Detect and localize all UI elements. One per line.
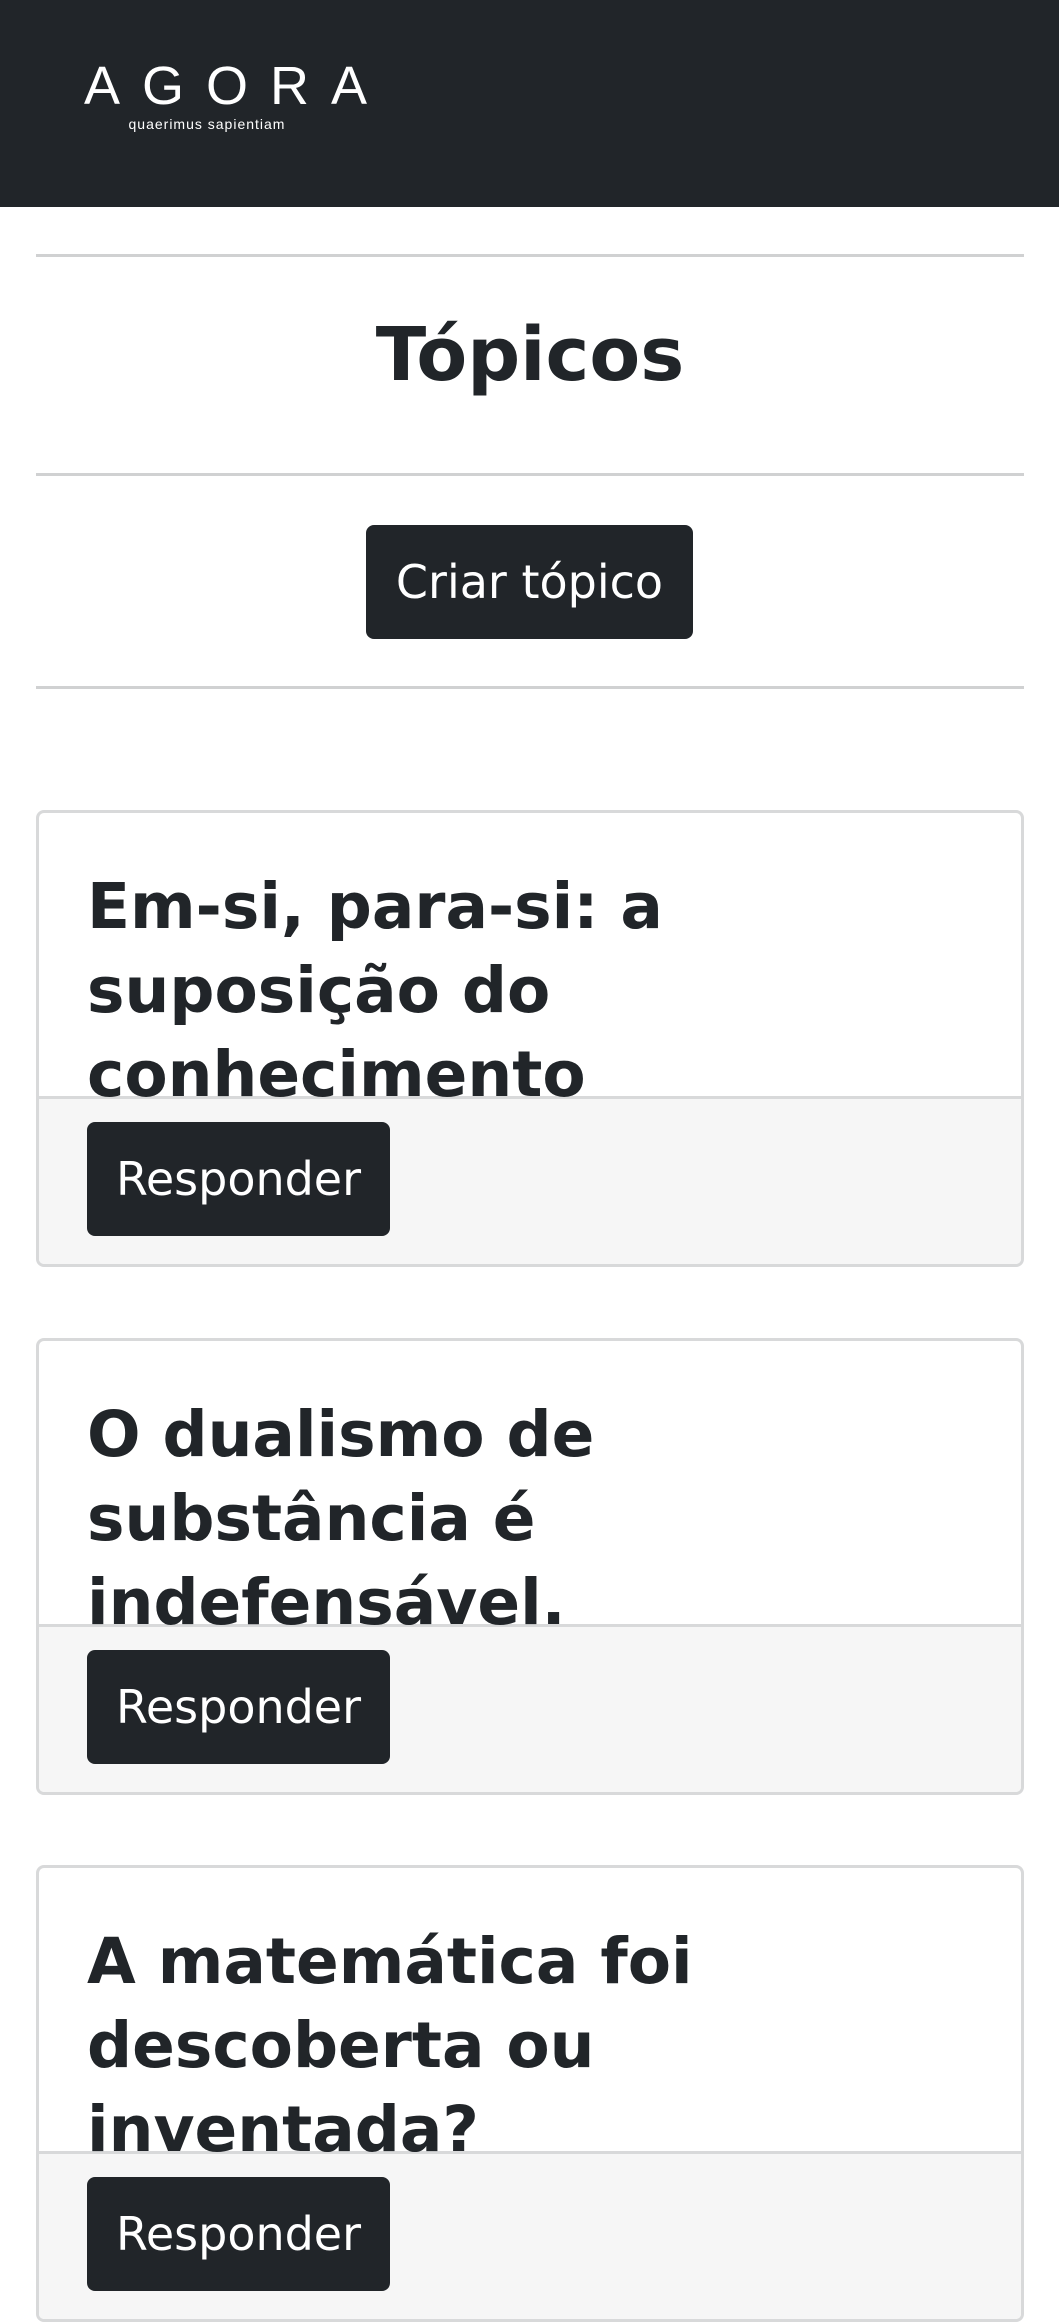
topic-title[interactable]: A matemática foi descoberta ou inventada… [87,1920,973,2172]
topic-title[interactable]: Em-si, para-si: a suposição do conhecime… [87,865,973,1117]
topic-card-body: Em-si, para-si: a suposição do conhecime… [39,813,1021,1111]
reply-button[interactable]: Responder [87,2177,390,2291]
topic-card-footer: Responder [39,1099,1021,1264]
topic-card-footer: Responder [39,2154,1021,2319]
topic-card: Em-si, para-si: a suposição do conhecime… [36,810,1024,1267]
divider-actions [36,686,1024,689]
topic-card: O dualismo de substância é indefensável.… [36,1338,1024,1795]
brand-logo[interactable]: AGORA quaerimus sapientiam [62,56,390,132]
page-title: Tópicos [375,312,685,398]
topic-card-footer: Responder [39,1627,1021,1792]
brand-name: AGORA [84,56,390,116]
divider-title [36,473,1024,476]
reply-button[interactable]: Responder [87,1650,390,1764]
topic-card-body: A matemática foi descoberta ou inventada… [39,1868,1021,2166]
reply-button[interactable]: Responder [87,1122,390,1236]
create-topic-button[interactable]: Criar tópico [366,525,693,639]
topic-title[interactable]: O dualismo de substância é indefensável. [87,1393,973,1645]
brand-tagline: quaerimus sapientiam [128,116,286,132]
navbar: AGORA quaerimus sapientiam [0,0,1059,207]
topic-card: A matemática foi descoberta ou inventada… [36,1865,1024,2322]
divider-top [36,254,1024,257]
topic-card-body: O dualismo de substância é indefensável. [39,1341,1021,1639]
